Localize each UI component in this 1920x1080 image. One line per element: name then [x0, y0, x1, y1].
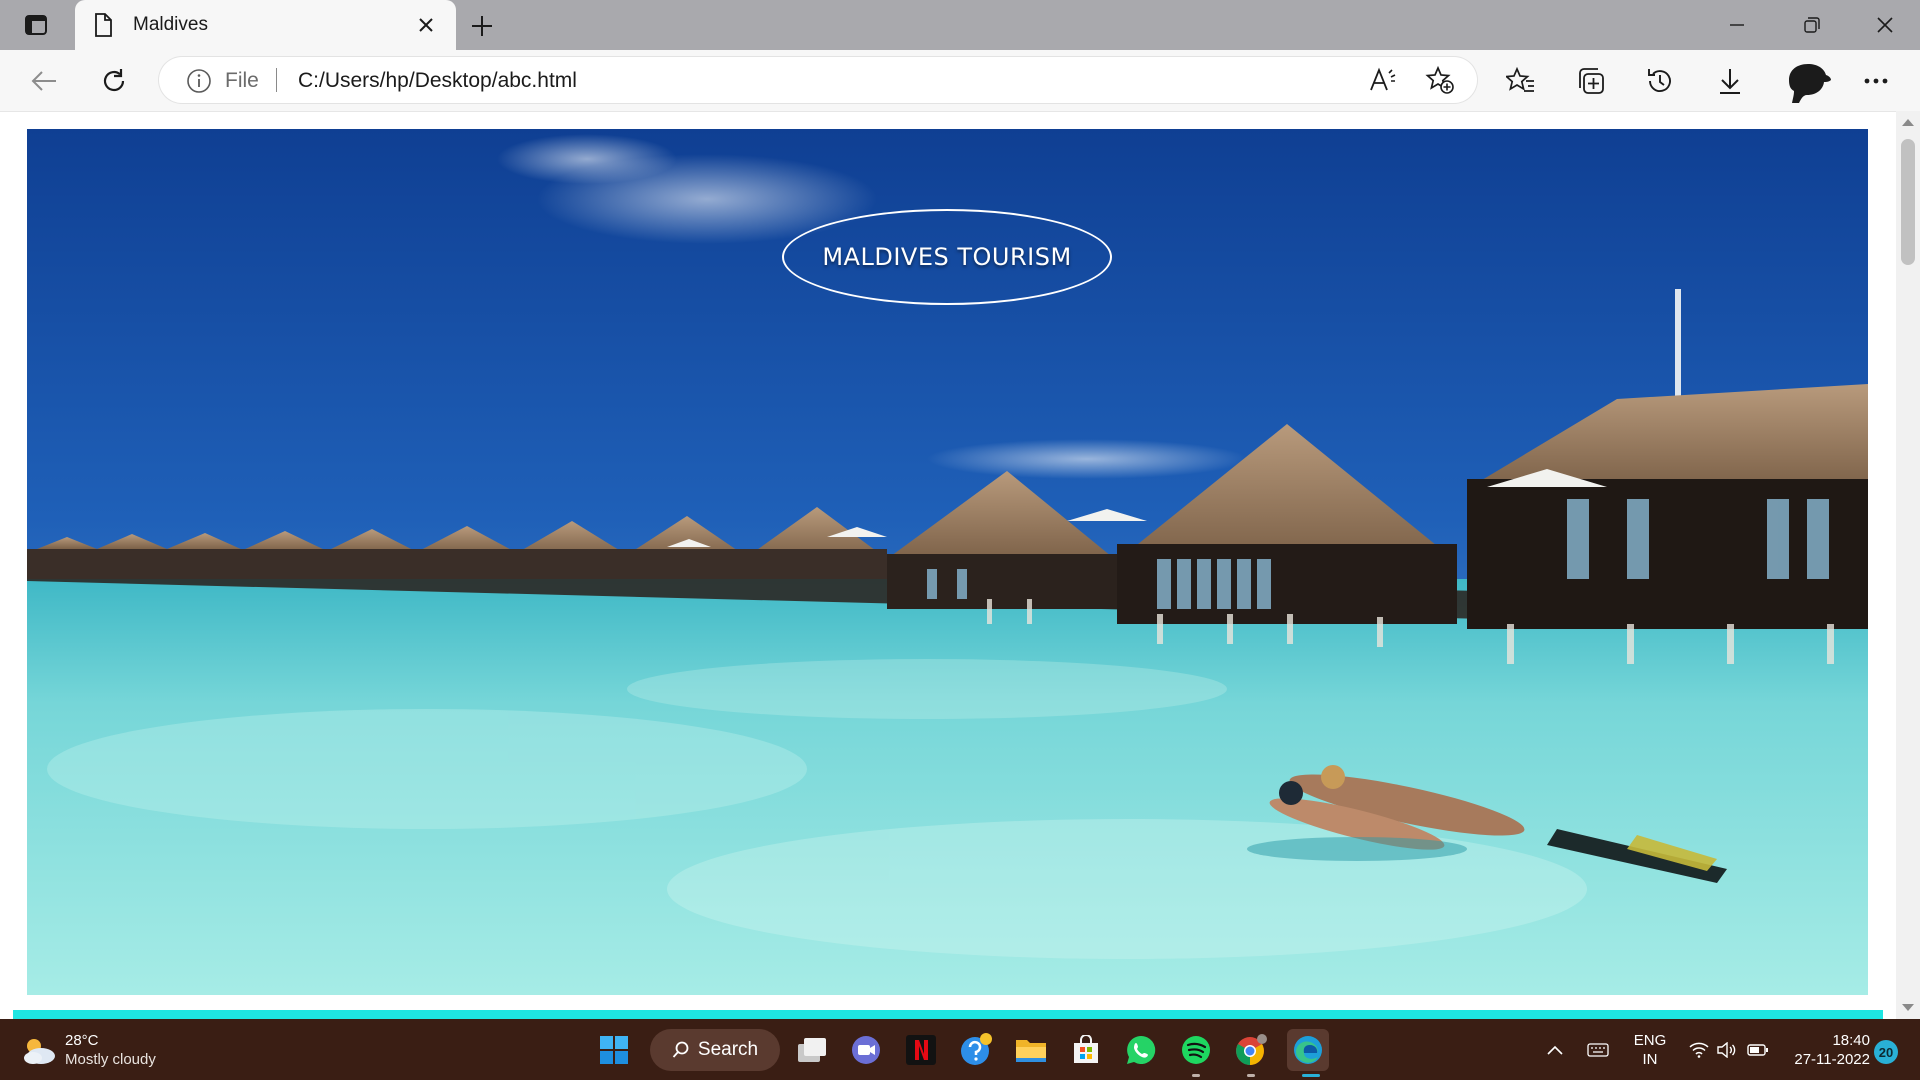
tab-close-button[interactable] [415, 14, 437, 36]
tab-strip: Maldives [0, 0, 1920, 50]
taskbar-search-button[interactable]: Search [650, 1029, 780, 1071]
file-explorer-button[interactable] [1012, 1031, 1050, 1069]
download-icon [1720, 69, 1740, 94]
back-button[interactable] [26, 63, 62, 99]
teams-icon [852, 1036, 880, 1064]
url-scheme-label: File [225, 69, 259, 92]
chrome-running-indicator [1247, 1074, 1255, 1077]
weather-description: Mostly cloudy [65, 1051, 156, 1068]
restore-button[interactable] [1787, 10, 1837, 40]
search-icon [672, 1041, 689, 1058]
window-close-icon [1877, 17, 1893, 33]
read-aloud-icon [1370, 67, 1396, 91]
scroll-thumb[interactable] [1901, 139, 1915, 265]
weather-temperature: 28°C [65, 1032, 99, 1049]
spotify-button[interactable] [1177, 1031, 1215, 1069]
get-help-app-button[interactable] [957, 1031, 995, 1069]
vertical-scrollbar[interactable] [1896, 111, 1920, 1019]
battery-button[interactable] [1742, 1019, 1774, 1080]
network-button[interactable] [1683, 1019, 1715, 1080]
hero-image: MALDIVES TOURISM [27, 129, 1868, 995]
netflix-icon [906, 1035, 936, 1065]
page-viewport: MALDIVES TOURISM [0, 111, 1896, 1020]
chrome-icon [1236, 1034, 1267, 1065]
netflix-app-button[interactable] [902, 1031, 940, 1069]
tab-title: Maldives [133, 14, 208, 35]
history-icon [1648, 69, 1671, 92]
profile-avatar[interactable] [1783, 60, 1833, 104]
minimize-button[interactable] [1712, 10, 1762, 40]
file-explorer-icon [1016, 1040, 1046, 1062]
spotify-running-indicator [1192, 1074, 1200, 1077]
restore-icon [1804, 17, 1820, 33]
info-icon [187, 69, 211, 93]
downloads-button[interactable] [1712, 63, 1748, 99]
taskbar-search-label: Search [697, 1039, 759, 1060]
volume-icon [1717, 1041, 1736, 1058]
clock-date: 27-11-2022 [1794, 1051, 1870, 1068]
microsoft-store-button[interactable] [1067, 1031, 1105, 1069]
document-icon [95, 13, 112, 37]
collections-button[interactable] [1573, 63, 1609, 99]
windows-start-icon [600, 1036, 628, 1064]
minimize-icon [1730, 24, 1744, 26]
battery-icon [1747, 1043, 1768, 1056]
keyboard-icon [1587, 1042, 1609, 1057]
store-icon [1074, 1035, 1098, 1063]
language-code: ENG [1633, 1032, 1667, 1049]
add-favorite-icon [1425, 65, 1454, 94]
edge-button[interactable] [1287, 1029, 1329, 1071]
chrome-button[interactable] [1232, 1031, 1270, 1069]
spotify-icon [1182, 1036, 1210, 1064]
close-icon [419, 18, 433, 32]
window-close-button[interactable] [1860, 10, 1910, 40]
chevron-up-icon [1547, 1045, 1563, 1055]
read-aloud-button[interactable] [1367, 64, 1399, 96]
notification-count-badge[interactable]: 20 [1874, 1040, 1898, 1064]
whatsapp-button[interactable] [1122, 1031, 1160, 1069]
weather-cloud-sun-icon [24, 1039, 55, 1064]
edge-active-indicator [1302, 1074, 1320, 1077]
address-bar[interactable]: File C:/Users/hp/Desktop/abc.html [159, 57, 1477, 103]
scroll-up-arrow-icon[interactable] [1902, 119, 1914, 126]
scroll-down-arrow-icon[interactable] [1902, 1004, 1914, 1011]
clock-time: 18:40 [1832, 1032, 1870, 1049]
add-favorite-button[interactable] [1424, 64, 1456, 96]
system-clock[interactable]: 18:40 27-11-2022 [1778, 1031, 1870, 1069]
avatar-image [1789, 64, 1831, 103]
refresh-icon [103, 69, 125, 92]
task-view-icon [798, 1038, 826, 1062]
refresh-button[interactable] [96, 63, 132, 99]
favorites-icon [1506, 67, 1534, 92]
tab-actions-icon [25, 15, 47, 35]
new-tab-button[interactable] [466, 10, 498, 42]
show-hidden-icons-button[interactable] [1540, 1019, 1570, 1080]
wifi-icon [1689, 1042, 1709, 1058]
history-button[interactable] [1642, 63, 1678, 99]
tab-actions-button[interactable] [20, 11, 52, 39]
volume-button[interactable] [1712, 1019, 1742, 1080]
task-view-button[interactable] [793, 1031, 831, 1069]
more-button[interactable] [1858, 63, 1894, 99]
help-icon [961, 1033, 992, 1065]
hero-title: MALDIVES TOURISM [782, 209, 1112, 305]
browser-toolbar: File C:/Users/hp/Desktop/abc.html [0, 50, 1920, 111]
teams-chat-button[interactable] [847, 1031, 885, 1069]
region-code: IN [1642, 1051, 1658, 1068]
collections-icon [1579, 68, 1604, 94]
address-separator [276, 68, 277, 92]
url-text[interactable]: C:/Users/hp/Desktop/abc.html [298, 69, 577, 93]
plus-icon [472, 16, 492, 36]
back-arrow-icon [31, 71, 56, 91]
start-button[interactable] [595, 1031, 633, 1069]
taskbar: 28°C Mostly cloudy Search ENG IN 18:40 2… [0, 1019, 1920, 1080]
active-tab[interactable]: Maldives [75, 0, 456, 50]
favorites-button[interactable] [1503, 63, 1539, 99]
touch-keyboard-button[interactable] [1583, 1019, 1613, 1080]
more-icon [1864, 78, 1888, 84]
edge-icon [1294, 1036, 1322, 1064]
input-language-indicator[interactable]: ENG IN [1620, 1031, 1680, 1069]
whatsapp-icon [1127, 1035, 1156, 1064]
